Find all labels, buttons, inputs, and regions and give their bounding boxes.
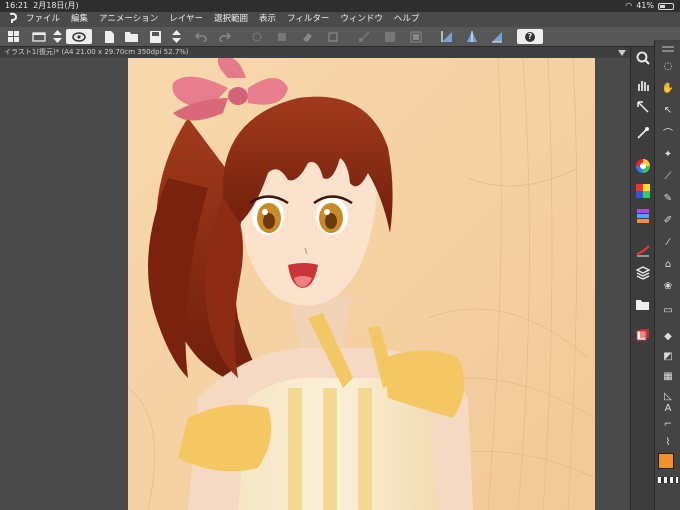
brush-tool-icon[interactable]: ⁄ — [659, 234, 677, 250]
undo-icon[interactable] — [194, 29, 208, 44]
command-bar: ? — [0, 27, 680, 47]
save-icon[interactable] — [149, 29, 161, 44]
deselect-icon[interactable] — [250, 29, 264, 44]
hand-icon[interactable] — [634, 77, 652, 93]
document-tab-bar: イラスト1(復元)* (A4 21.00 x 29.70cm 350dpi 52… — [0, 47, 630, 58]
material-folder-icon[interactable] — [634, 297, 652, 313]
gradient-tool-icon[interactable]: ◩ — [659, 348, 677, 364]
help-label: ? — [525, 31, 535, 42]
menu-animation[interactable]: アニメーション — [99, 12, 158, 27]
figure-tool-icon[interactable]: ▦ — [659, 368, 677, 384]
sub-tool-panel — [630, 47, 655, 510]
palette-handle-icon[interactable] — [659, 43, 677, 55]
battery-percent: 41% — [636, 1, 654, 10]
lasso-tool-icon[interactable]: ⌒ — [659, 124, 677, 140]
battery-icon — [658, 2, 674, 10]
auto-select-tool-icon[interactable]: ✦ — [659, 146, 677, 162]
color-set-icon[interactable] — [634, 182, 652, 200]
eraser-tool-icon[interactable]: ▭ — [659, 302, 677, 318]
special-ruler-snap-icon[interactable] — [465, 29, 479, 44]
correction-tool-icon[interactable]: ⌇ — [659, 434, 677, 450]
decoration-tool-icon[interactable]: ❀ — [659, 278, 677, 294]
gear-window-icon[interactable] — [30, 29, 48, 44]
select-all-icon[interactable] — [275, 29, 289, 44]
menu-filter[interactable]: フィルター — [287, 12, 329, 27]
move-layer-icon[interactable] — [634, 99, 652, 115]
menu-help[interactable]: ヘルプ — [394, 12, 420, 27]
zoom-tool-icon[interactable]: ◌ — [659, 58, 677, 74]
hand-tool-icon[interactable]: ✋ — [659, 80, 677, 96]
ios-status-bar: 16:21 2月18日(月) ◠ 41% — [0, 0, 680, 12]
help-button[interactable]: ? — [517, 29, 543, 44]
zoom-icon[interactable] — [634, 50, 652, 66]
menu-bar: ファイル 編集 アニメーション レイヤー 選択範囲 表示 フィルター ウィンドウ… — [0, 12, 680, 27]
selection-layer-icon[interactable] — [409, 29, 423, 44]
menu-edit[interactable]: 編集 — [71, 12, 88, 27]
document-tab[interactable]: イラスト1(復元)* (A4 21.00 x 29.70cm 350dpi 52… — [4, 47, 189, 58]
arrow-updown-icon[interactable] — [51, 29, 63, 44]
main-color-swatch[interactable] — [658, 453, 674, 469]
ruler-snap-icon[interactable] — [440, 29, 454, 44]
eraser-icon[interactable] — [300, 29, 314, 44]
navigator-icon[interactable] — [634, 327, 652, 343]
time: 16:21 — [5, 1, 29, 10]
pencil-tool-icon[interactable]: ✐ — [659, 212, 677, 228]
canvas[interactable] — [128, 58, 595, 510]
menu-file[interactable]: ファイル — [26, 12, 60, 27]
wifi-icon: ◠ — [625, 1, 633, 10]
pen-pressure-icon[interactable] — [634, 242, 652, 258]
pen-tool-icon[interactable]: ✎ — [659, 190, 677, 206]
tool-palette: ◌ ✋ ↖ ⌒ ✦ ⟋ ✎ ✐ ⁄ ⌂ ❀ ▭ ◆ ◩ ▦ ◺ A ⌐ ⌇ — [654, 40, 680, 510]
clip-studio-logo-icon[interactable] — [0, 12, 26, 27]
anime-girl-illustration — [128, 58, 595, 510]
arrow-updown-icon-2[interactable] — [170, 29, 182, 44]
grid-snap-icon[interactable] — [490, 29, 504, 44]
color-wheel-icon[interactable] — [634, 157, 652, 175]
new-file-icon[interactable] — [103, 29, 115, 44]
menu-selection[interactable]: 選択範囲 — [214, 12, 248, 27]
transparent-color-swatch[interactable] — [658, 477, 678, 483]
operation-tool-icon[interactable]: ↖ — [659, 102, 677, 118]
balloon-tool-icon[interactable]: ⌐ — [659, 416, 677, 432]
layer-icon[interactable] — [634, 265, 652, 281]
fill-tool-icon[interactable]: ◆ — [659, 328, 677, 344]
airbrush-tool-icon[interactable]: ⌂ — [659, 256, 677, 272]
transform-icon[interactable] — [357, 29, 371, 44]
menu-layer[interactable]: レイヤー — [169, 12, 203, 27]
redo-icon[interactable] — [218, 29, 232, 44]
eyedropper-tool-icon[interactable]: ⟋ — [659, 168, 677, 184]
menu-view[interactable]: 表示 — [259, 12, 276, 27]
color-history-icon[interactable] — [634, 207, 652, 225]
selection-wand-icon[interactable] — [634, 125, 652, 141]
open-folder-icon[interactable] — [124, 29, 140, 44]
crop-icon[interactable] — [326, 29, 340, 44]
grid-icon[interactable] — [6, 29, 20, 44]
date: 2月18日(月) — [33, 1, 79, 10]
fill-icon[interactable] — [383, 29, 397, 44]
text-tool-icon[interactable]: A — [659, 400, 677, 416]
clip-studio-button[interactable] — [66, 29, 92, 44]
menu-window[interactable]: ウィンドウ — [340, 12, 383, 27]
